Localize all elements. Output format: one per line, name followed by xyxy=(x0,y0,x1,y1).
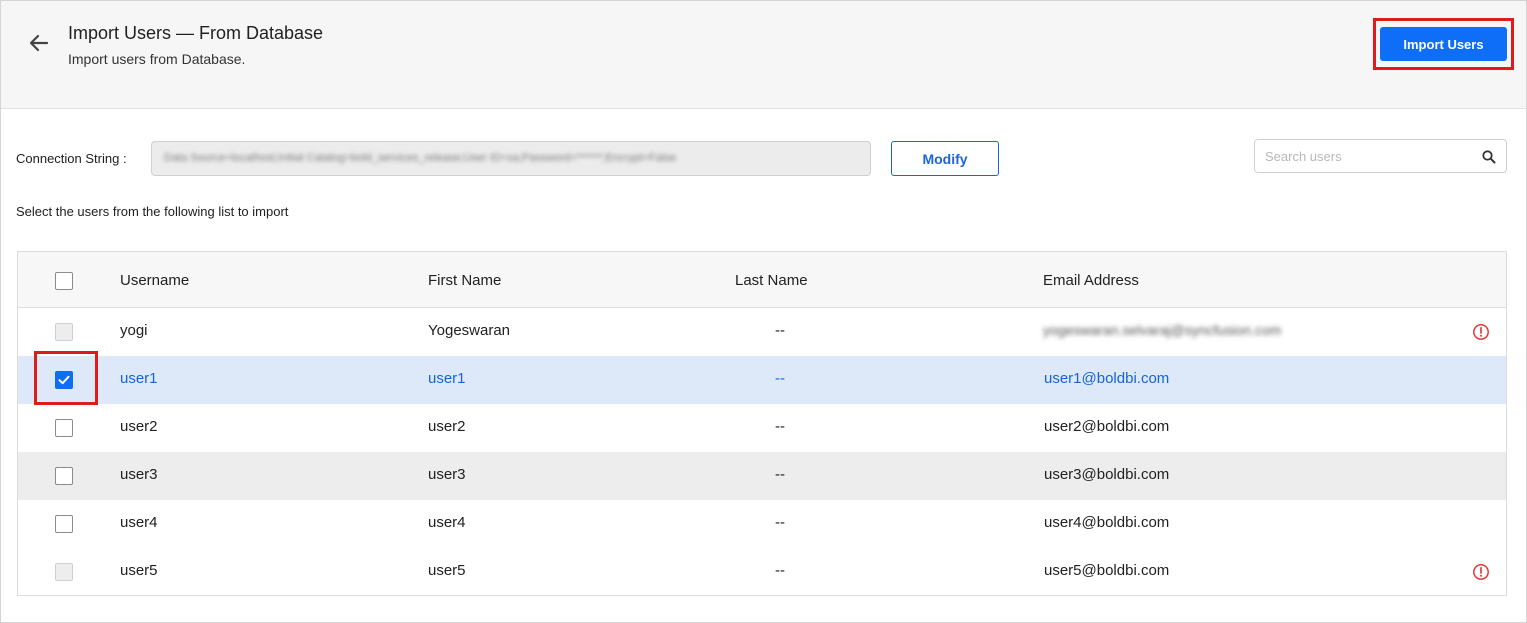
first-name-cell: Yogeswaran xyxy=(428,322,511,339)
email-cell: user5@boldbi.com xyxy=(1044,562,1170,579)
checkmark-icon xyxy=(58,375,70,385)
first-name-cell: user1 xyxy=(428,370,466,387)
last-name-cell: -- xyxy=(775,370,785,387)
page-header: Import Users — From Database Import user… xyxy=(1,1,1526,109)
modify-button[interactable]: Modify xyxy=(891,141,999,176)
first-name-cell: user5 xyxy=(428,562,466,579)
row-checkbox[interactable] xyxy=(55,371,73,389)
first-name-cell: user2 xyxy=(428,418,466,435)
username-cell: user2 xyxy=(120,418,158,435)
connection-string-label: Connection String : xyxy=(16,151,127,166)
column-header-last-name[interactable]: Last Name xyxy=(735,272,808,289)
table-row[interactable]: user1 user1 -- user1@boldbi.com xyxy=(18,356,1506,404)
warning-icon[interactable] xyxy=(1472,563,1490,581)
table-header: Username First Name Last Name Email Addr… xyxy=(18,252,1506,308)
table-row[interactable]: yogi Yogeswaran -- yogeswaran.selvaraj@s… xyxy=(18,308,1506,356)
row-checkbox[interactable] xyxy=(55,467,73,485)
import-users-page: Import Users — From Database Import user… xyxy=(0,0,1527,623)
first-name-cell: user4 xyxy=(428,514,466,531)
email-cell: user1@boldbi.com xyxy=(1044,370,1170,387)
last-name-cell: -- xyxy=(775,322,785,339)
row-checkbox xyxy=(55,323,73,341)
table-row[interactable]: user5 user5 -- user5@boldbi.com xyxy=(18,548,1506,596)
username-cell: user5 xyxy=(120,562,158,579)
last-name-cell: -- xyxy=(775,466,785,483)
username-cell: user3 xyxy=(120,466,158,483)
last-name-cell: -- xyxy=(775,418,785,435)
connection-string-value: Data Source=localhost;Initial Catalog=bo… xyxy=(164,152,677,164)
column-header-first-name[interactable]: First Name xyxy=(428,272,501,289)
back-button[interactable] xyxy=(25,29,53,57)
email-cell: yogeswaran.selvaraj@syncfusion.com xyxy=(1043,322,1282,338)
table-row[interactable]: user3 user3 -- user3@boldbi.com xyxy=(18,452,1506,500)
email-cell: user4@boldbi.com xyxy=(1044,514,1170,531)
connection-string-field: Data Source=localhost;Initial Catalog=bo… xyxy=(151,141,871,176)
table-row[interactable]: user4 user4 -- user4@boldbi.com xyxy=(18,500,1506,548)
select-all-checkbox[interactable] xyxy=(55,272,73,290)
username-cell: user4 xyxy=(120,514,158,531)
import-users-button[interactable]: Import Users xyxy=(1380,27,1507,61)
last-name-cell: -- xyxy=(775,514,785,531)
column-header-username[interactable]: Username xyxy=(120,272,189,289)
row-checkbox xyxy=(55,563,73,581)
page-title: Import Users — From Database xyxy=(68,23,324,43)
users-table: Username First Name Last Name Email Addr… xyxy=(17,251,1507,596)
page-subtitle: Import users from Database. xyxy=(68,51,246,67)
email-cell: user2@boldbi.com xyxy=(1044,418,1170,435)
arrow-left-icon xyxy=(29,34,49,52)
search-icon[interactable] xyxy=(1481,149,1497,165)
instructions-text: Select the users from the following list… xyxy=(16,204,289,219)
row-checkbox[interactable] xyxy=(55,419,73,437)
last-name-cell: -- xyxy=(775,562,785,579)
first-name-cell: user3 xyxy=(428,466,466,483)
search-box xyxy=(1254,139,1507,173)
table-row[interactable]: user2 user2 -- user2@boldbi.com xyxy=(18,404,1506,452)
warning-icon[interactable] xyxy=(1472,323,1490,341)
email-cell: user3@boldbi.com xyxy=(1044,466,1170,483)
username-cell: user1 xyxy=(120,370,158,387)
column-header-email[interactable]: Email Address xyxy=(1043,272,1139,289)
username-cell: yogi xyxy=(120,322,148,339)
row-checkbox[interactable] xyxy=(55,515,73,533)
search-input[interactable] xyxy=(1255,140,1490,172)
